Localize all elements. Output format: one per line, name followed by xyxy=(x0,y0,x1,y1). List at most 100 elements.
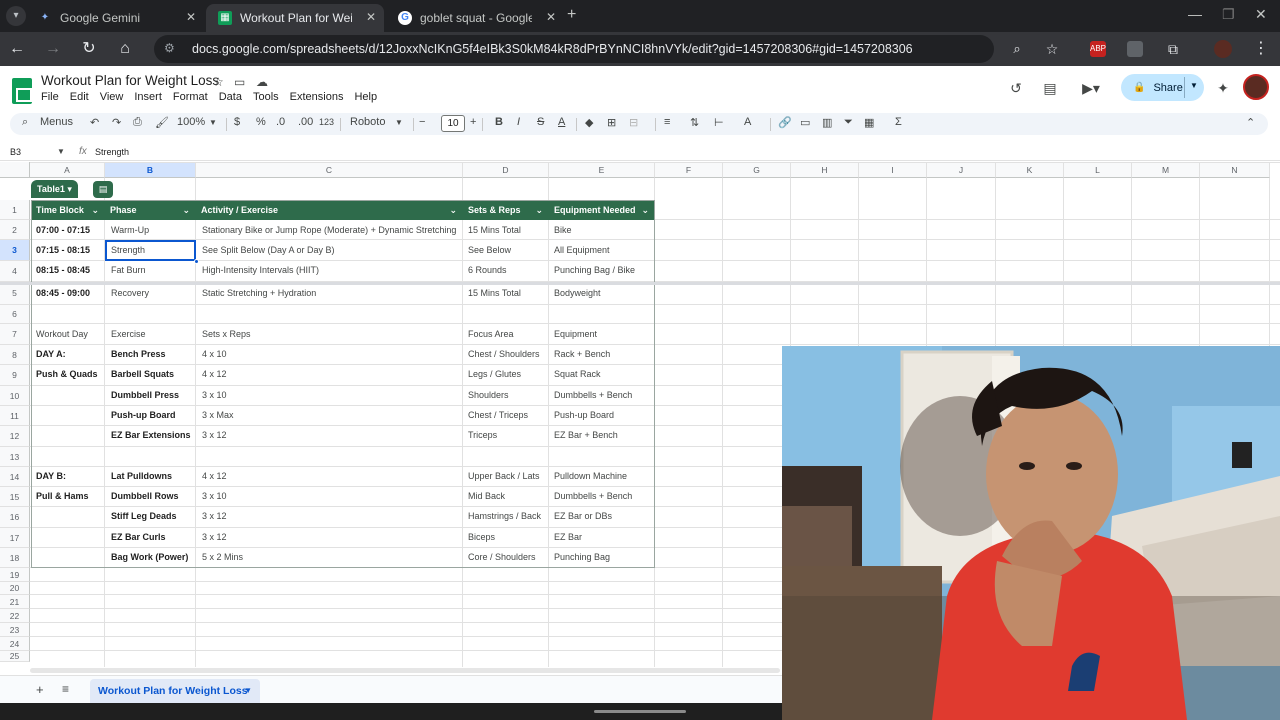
filter-views-icon[interactable]: ▦ xyxy=(864,116,874,129)
cell-equipment[interactable]: Dumbbells + Bench xyxy=(554,390,632,400)
row-header-22[interactable]: 22 xyxy=(0,609,30,623)
font-size-decrease-icon[interactable]: − xyxy=(419,116,425,128)
menu-edit[interactable]: Edit xyxy=(70,91,89,103)
borders-icon[interactable]: ⊞ xyxy=(607,116,616,129)
row-header-18[interactable]: 18 xyxy=(0,548,30,568)
version-history-icon[interactable]: ↺ xyxy=(1006,80,1026,96)
column-header-h[interactable]: H xyxy=(791,162,859,178)
menu-extensions[interactable]: Extensions xyxy=(290,91,344,103)
menu-search-input[interactable]: Menus xyxy=(40,116,73,128)
row-header-2[interactable]: 2 xyxy=(0,220,30,240)
chevron-down-icon[interactable]: ▼ xyxy=(57,147,65,156)
column-header-f[interactable]: F xyxy=(655,162,723,178)
row-header-15[interactable]: 15 xyxy=(0,487,30,507)
new-tab-icon[interactable]: + xyxy=(567,6,576,24)
reload-icon[interactable]: ↻ xyxy=(78,38,100,60)
zoom-select[interactable]: 100% xyxy=(177,116,205,128)
cell-equipment[interactable]: Squat Rack xyxy=(554,369,601,379)
row-header-3[interactable]: 3 xyxy=(0,240,30,261)
back-icon[interactable]: ← xyxy=(6,38,28,60)
comments-icon[interactable]: ▤ xyxy=(1040,80,1060,96)
cell-exercise[interactable]: EZ Bar Extensions xyxy=(111,430,191,440)
decrease-decimal-button[interactable]: .0 xyxy=(276,116,285,128)
cell-activity[interactable]: See Split Below (Day A or Day B) xyxy=(202,245,335,255)
tab-search-icon[interactable]: ▾ xyxy=(6,6,26,26)
italic-icon[interactable]: I xyxy=(517,116,520,128)
cell-sets[interactable]: 3 x 12 xyxy=(202,532,227,542)
functions-icon[interactable]: Σ xyxy=(895,116,902,128)
add-sheet-icon[interactable]: + xyxy=(36,682,44,697)
share-dropdown-icon[interactable]: ▼ xyxy=(1190,81,1198,90)
cell-sets[interactable]: 5 x 2 Mins xyxy=(202,552,243,562)
split-header-cell[interactable]: Equipment xyxy=(554,329,597,339)
forward-icon[interactable]: → xyxy=(42,38,64,60)
filter-icon[interactable]: ⏷ xyxy=(844,116,853,129)
cell-day[interactable]: DAY A: xyxy=(36,349,66,359)
menu-insert[interactable]: Insert xyxy=(134,91,162,103)
row-header-8[interactable]: 8 xyxy=(0,345,30,365)
chevron-down-icon[interactable]: ⌄ xyxy=(535,200,543,220)
row-header-11[interactable]: 11 xyxy=(0,406,30,426)
text-color-icon[interactable]: A xyxy=(558,116,565,128)
cell-sets[interactable]: 3 x 10 xyxy=(202,390,227,400)
cell-activity[interactable]: Stationary Bike or Jump Rope (Moderate) … xyxy=(202,225,456,235)
split-header-cell[interactable]: Workout Day xyxy=(36,329,88,339)
strikethrough-icon[interactable]: S xyxy=(537,116,544,128)
chevron-down-icon[interactable]: ▼ xyxy=(209,118,217,127)
cell-time[interactable]: 07:00 - 07:15 xyxy=(36,225,90,235)
browser-menu-icon[interactable]: ⋮ xyxy=(1250,38,1272,60)
cell-equipment[interactable]: Push-up Board xyxy=(554,410,614,420)
row-header-20[interactable]: 20 xyxy=(0,582,30,595)
row-header-17[interactable]: 17 xyxy=(0,528,30,548)
url-text[interactable]: docs.google.com/spreadsheets/d/12JoxxNcI… xyxy=(192,42,913,56)
table-header-equipment[interactable]: Equipment Needed ⌄ xyxy=(549,200,655,220)
cell-sets[interactable]: 15 Mins Total xyxy=(468,225,521,235)
menu-tools[interactable]: Tools xyxy=(253,91,279,103)
document-title[interactable]: Workout Plan for Weight Loss xyxy=(41,73,219,88)
column-header-b[interactable]: B xyxy=(105,162,196,178)
bookmark-star-icon[interactable]: ☆ xyxy=(1041,38,1063,60)
cell-time[interactable]: 08:15 - 08:45 xyxy=(36,265,90,275)
chevron-down-icon[interactable]: ⌄ xyxy=(449,200,457,220)
cell-activity[interactable]: High-Intensity Intervals (HIIT) xyxy=(202,265,319,275)
cell-phase[interactable]: Recovery xyxy=(111,288,149,298)
close-tab-icon[interactable]: ✕ xyxy=(546,10,556,24)
adblock-icon[interactable]: ABP xyxy=(1090,41,1106,57)
cell-exercise[interactable]: Lat Pulldowns xyxy=(111,471,172,481)
cell-time[interactable]: 07:15 - 08:15 xyxy=(36,245,90,255)
cell-sets[interactable]: 3 x 12 xyxy=(202,511,227,521)
row-header-10[interactable]: 10 xyxy=(0,386,30,406)
cell-day[interactable]: Pull & Hams xyxy=(36,491,89,501)
cell-focus[interactable]: Chest / Shoulders xyxy=(468,349,540,359)
row-header-6[interactable]: 6 xyxy=(0,305,30,324)
insert-chart-icon[interactable]: ▥ xyxy=(822,116,832,129)
chevron-down-icon[interactable]: ▼ xyxy=(244,679,252,703)
chevron-down-icon[interactable]: ⌄ xyxy=(641,200,649,220)
undo-icon[interactable]: ↶ xyxy=(90,116,99,129)
row-header-9[interactable]: 9 xyxy=(0,365,30,386)
cell-exercise[interactable]: Bench Press xyxy=(111,349,166,359)
column-header-c[interactable]: C xyxy=(196,162,463,178)
cell-phase[interactable]: Warm-Up xyxy=(111,225,149,235)
menu-data[interactable]: Data xyxy=(219,91,242,103)
chevron-down-icon[interactable]: ⌄ xyxy=(91,200,99,220)
table-header-phase[interactable]: Phase ⌄ xyxy=(105,200,196,220)
minimize-icon[interactable]: — xyxy=(1188,6,1202,22)
cell-equipment[interactable]: Rack + Bench xyxy=(554,349,610,359)
redo-icon[interactable]: ↷ xyxy=(112,116,121,129)
cell-exercise[interactable]: Push-up Board xyxy=(111,410,176,420)
number-format-button[interactable]: 123 xyxy=(319,117,334,127)
row-header-23[interactable]: 23 xyxy=(0,623,30,637)
cell-day[interactable]: Push & Quads xyxy=(36,369,98,379)
text-rotation-icon[interactable]: A xyxy=(744,116,751,128)
share-button[interactable]: 🔒 Share ▼ xyxy=(1121,74,1204,101)
font-size-increase-icon[interactable]: + xyxy=(470,116,476,128)
freeze-divider[interactable] xyxy=(0,282,1280,285)
row-header-4[interactable]: 4 xyxy=(0,261,30,282)
account-avatar[interactable] xyxy=(1243,74,1269,100)
column-header-i[interactable]: I xyxy=(859,162,927,178)
selected-cell[interactable] xyxy=(105,240,196,261)
cell-sets[interactable]: 4 x 10 xyxy=(202,349,227,359)
font-size-input[interactable]: 10 xyxy=(441,115,465,132)
browser-tab-gemini[interactable]: ✦ Google Gemini ✕ xyxy=(26,4,204,32)
